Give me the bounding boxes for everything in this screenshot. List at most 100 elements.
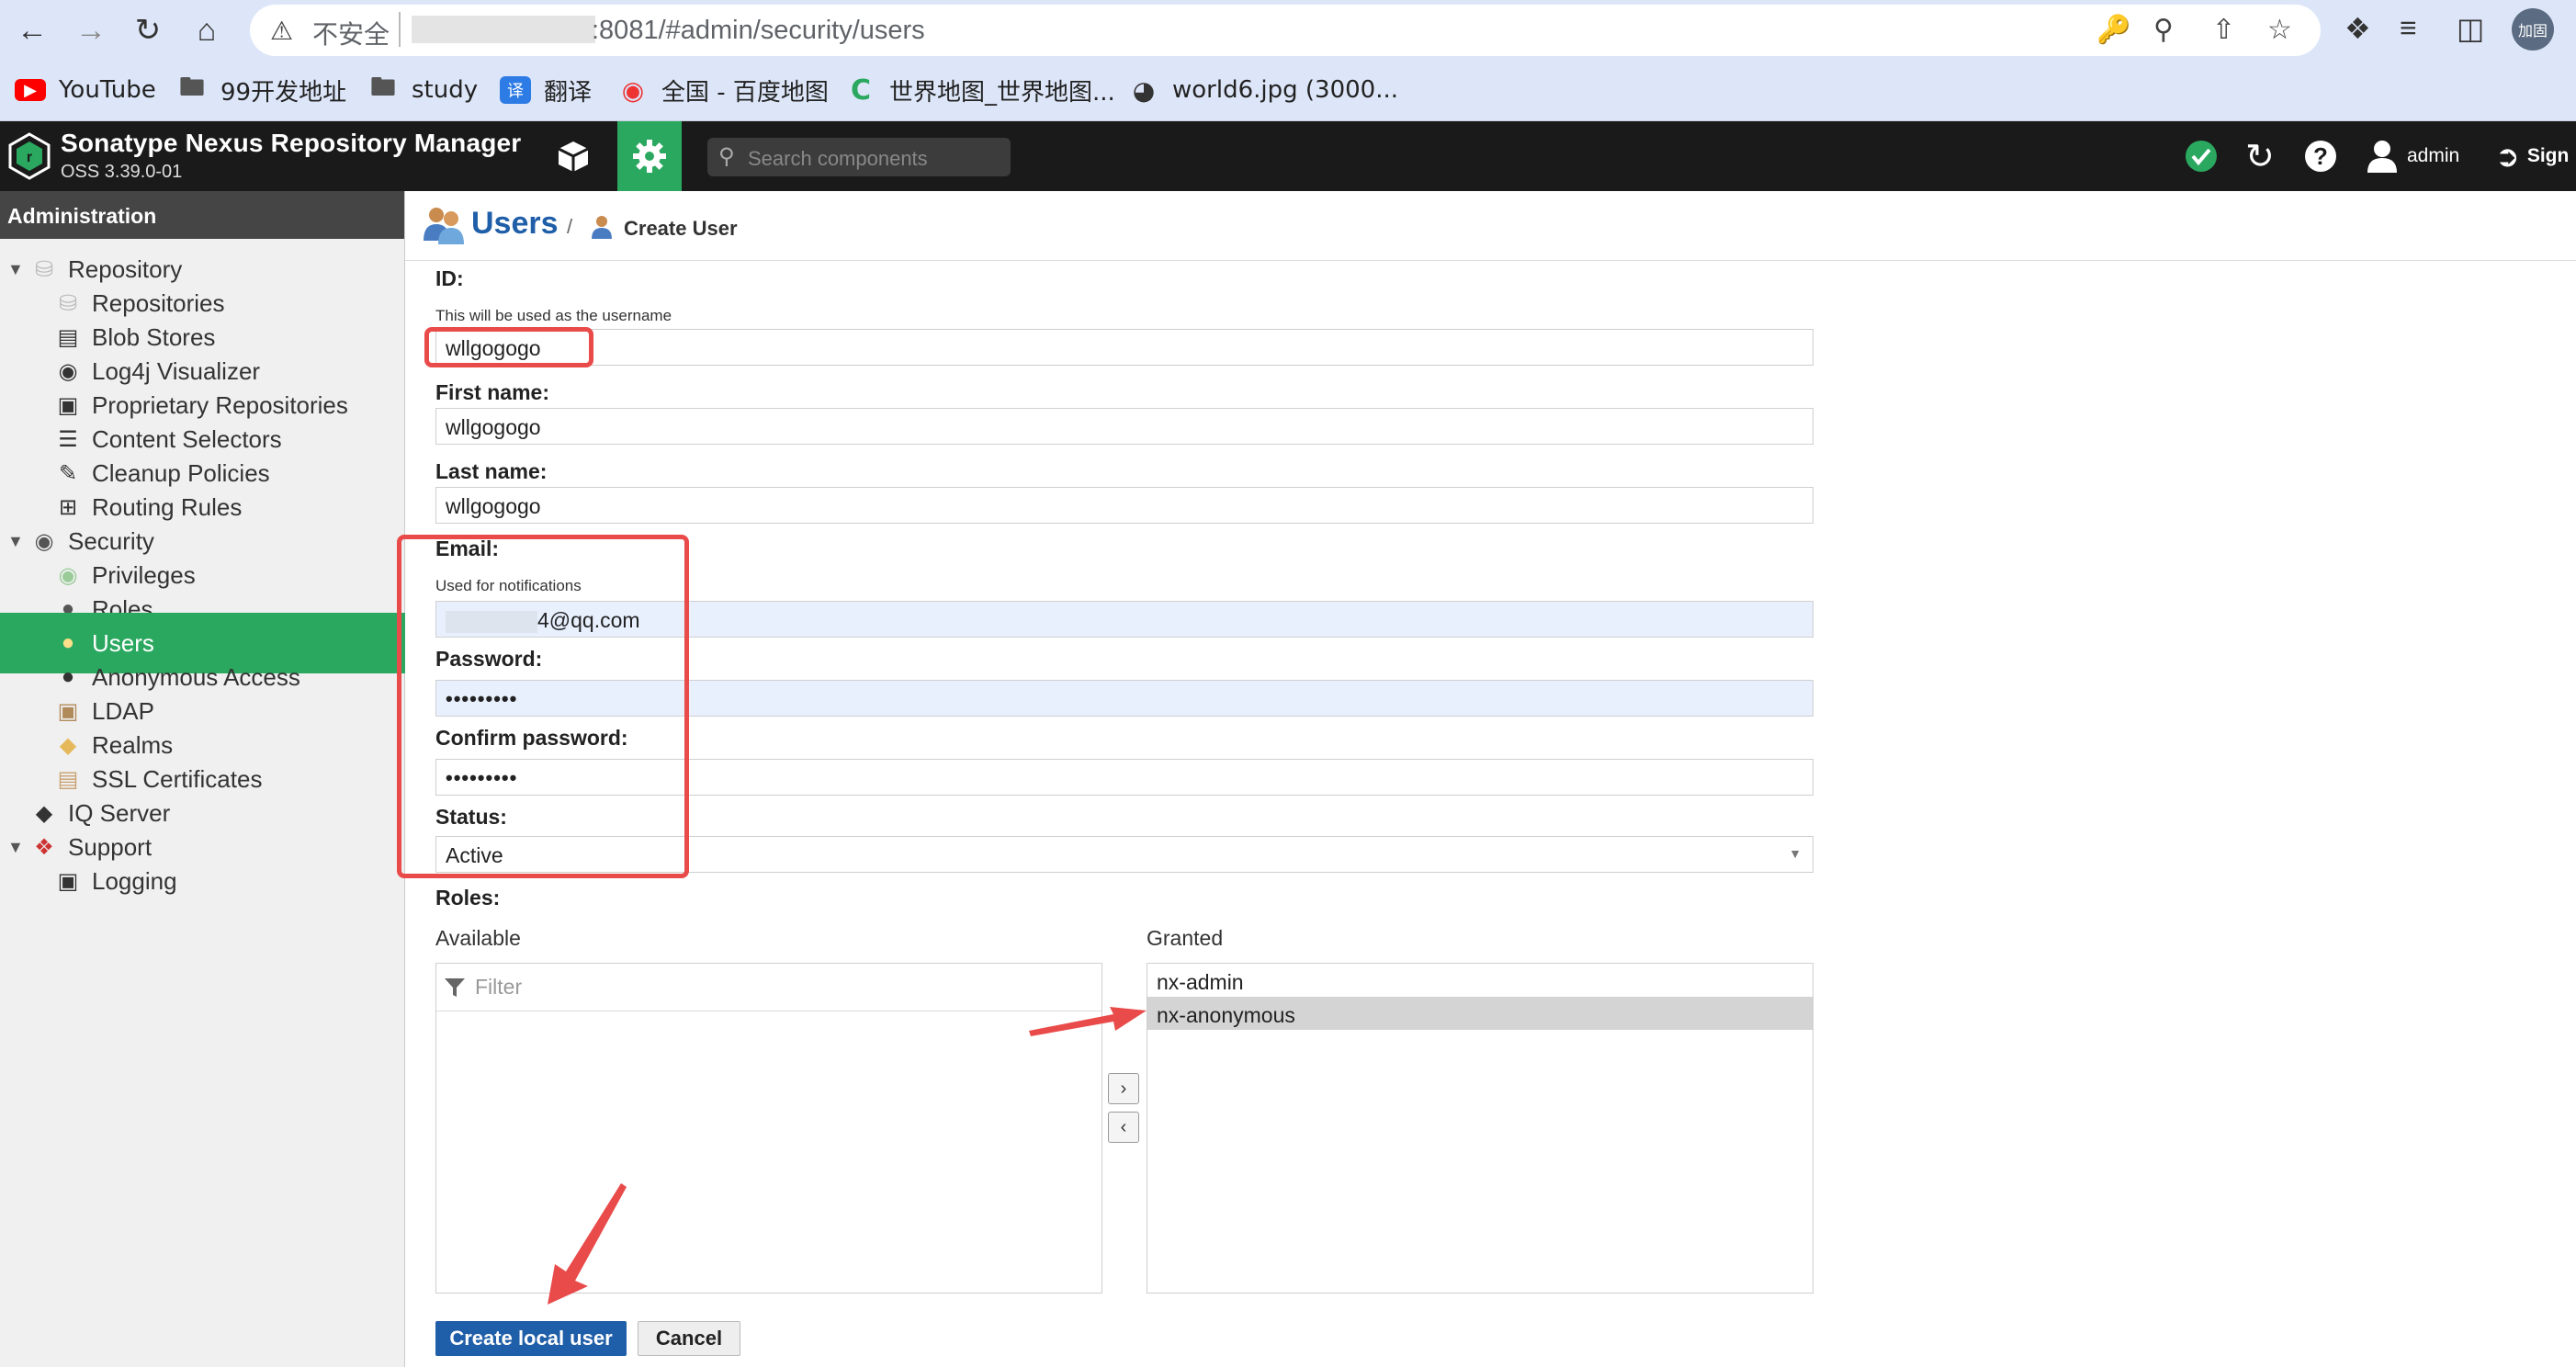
granted-role-item-selected[interactable]: nx-anonymous (1147, 997, 1813, 1030)
last-name-label: Last name: (435, 459, 548, 483)
profile-avatar[interactable]: 加固 (2512, 8, 2554, 51)
available-roles-list[interactable]: Filter (435, 963, 1102, 1294)
map-pin-icon: ◉ (621, 74, 645, 106)
bookmark-label: 全国 - 百度地图 (661, 78, 829, 107)
app-version: OSS 3.39.0-01 (61, 162, 183, 182)
breadcrumb-users[interactable]: Users (471, 206, 559, 242)
folder-icon: 🖿 (178, 72, 205, 102)
bookmark-99dev[interactable]: 🖿 99开发地址 (176, 72, 346, 108)
back-arrow-icon[interactable]: ← (15, 13, 50, 48)
move-left-button[interactable]: ‹ (1108, 1112, 1139, 1143)
side-panel-icon[interactable]: ◫ (2457, 11, 2484, 46)
roles-filter-input[interactable]: Filter (436, 964, 1102, 1011)
book-icon: ▣ (57, 868, 79, 894)
bookmark-youtube[interactable]: ▶ YouTube (15, 72, 156, 108)
first-name-label: First name: (435, 380, 549, 404)
sidebar-item-logging[interactable]: ▣ Logging (0, 851, 405, 911)
username-label: admin (2407, 145, 2460, 166)
bookmark-label: YouTube (59, 76, 156, 104)
star-icon[interactable]: ☆ (2267, 14, 2292, 46)
filter-icon (445, 977, 465, 997)
sidebar-title: Administration (0, 191, 404, 239)
refresh-icon[interactable]: ↻ (2245, 138, 2275, 176)
filter-placeholder: Filter (475, 975, 523, 999)
sign-out-label: Sign (2526, 145, 2570, 166)
move-right-button[interactable]: › (1108, 1073, 1139, 1104)
admin-sidebar: Administration ▼ ⛁ Repository ⛁ Repositories… (0, 191, 405, 1367)
gear-icon (633, 140, 666, 173)
svg-text:r: r (27, 150, 32, 165)
share-icon[interactable]: ⇧ (2212, 14, 2235, 46)
create-local-user-button[interactable]: Create local user (435, 1321, 627, 1356)
help-button[interactable]: ? (2304, 138, 2337, 175)
search-placeholder: Search components (748, 147, 928, 170)
annotation-box-credentials (397, 535, 689, 878)
address-bar[interactable]: ⚠ 不安全 :8081/#admin/security/users 🔑 ⚲ ⇧ … (250, 5, 2321, 56)
cube-icon (558, 141, 589, 172)
youtube-icon: ▶ (15, 79, 46, 101)
id-label: ID: (435, 266, 464, 290)
omnibox-divider (399, 12, 401, 47)
user-menu[interactable]: admin (2367, 138, 2459, 175)
bookmark-label: 世界地图_世界地图... (889, 78, 1115, 107)
id-field[interactable]: wllgogogo (435, 329, 1813, 366)
reading-list-icon[interactable]: ≡ (2400, 11, 2417, 45)
cancel-button[interactable]: Cancel (638, 1321, 740, 1356)
breadcrumb: Users / Create User (405, 191, 2576, 261)
globe-c-icon: C (850, 73, 872, 107)
search-components-input[interactable]: ⚲ Search components (707, 138, 1011, 176)
user-icon (2367, 141, 2397, 173)
home-icon[interactable]: ⌂ (189, 13, 224, 48)
bookmark-label: world6.jpg (3000... (1172, 76, 1398, 104)
breadcrumb-current: Create User (624, 217, 738, 240)
last-name-field[interactable]: wllgogogo (435, 487, 1813, 524)
app-title: Sonatype Nexus Repository Manager (61, 129, 522, 157)
granted-role-item[interactable]: nx-admin (1147, 964, 1813, 997)
bookmarks-bar: ▶ YouTube 🖿 99开发地址 🖿 study 译 翻译 ◉ 全国 - 百… (0, 61, 2576, 121)
nexus-logo-icon[interactable]: r (7, 132, 51, 180)
admin-mode-button[interactable] (617, 121, 682, 191)
bookmark-label: study (412, 76, 479, 104)
user-icon (592, 216, 612, 239)
bookmark-world6[interactable]: ◕ world6.jpg (3000... (1128, 72, 1398, 108)
browser-toolbar: ← → ↻ ⌂ ⚠ 不安全 :8081/#admin/security/user… (0, 0, 2576, 61)
sign-out-icon: ➲ (2495, 140, 2520, 173)
bookmark-label: 翻译 (544, 78, 593, 107)
annotation-box-id (424, 327, 593, 367)
first-name-field[interactable]: wllgogogo (435, 408, 1813, 445)
warning-triangle-icon: ⚠ (270, 17, 294, 45)
sidebar-item-label: Logging (92, 866, 177, 895)
bookmark-label: 99开发地址 (220, 78, 347, 107)
app-header: r Sonatype Nexus Repository Manager OSS … (0, 121, 2576, 191)
granted-label: Granted (1147, 926, 1224, 950)
browse-mode-button[interactable] (544, 121, 603, 191)
breadcrumb-separator: / (567, 215, 573, 238)
svg-text:?: ? (2313, 142, 2328, 170)
globe-icon: ◕ (1132, 74, 1156, 106)
id-help: This will be used as the username (435, 307, 672, 324)
system-status-button[interactable] (2185, 138, 2218, 175)
chevron-down-icon: ▼ (1789, 846, 1802, 861)
bookmark-translate[interactable]: 译 翻译 (500, 72, 592, 108)
users-icon (424, 208, 464, 244)
url-text: :8081/#admin/security/users (592, 16, 925, 45)
granted-roles-list[interactable]: nx-admin nx-anonymous (1147, 963, 1813, 1294)
roles-label: Roles: (435, 886, 501, 909)
available-label: Available (435, 926, 521, 950)
bookmark-study[interactable]: 🖿 study (367, 72, 478, 108)
key-icon[interactable]: 🔑 (2096, 14, 2130, 46)
insecure-label: 不安全 (312, 19, 390, 50)
check-circle-icon (2186, 141, 2217, 172)
redacted-host (412, 16, 595, 43)
help-icon: ? (2305, 141, 2336, 172)
bookmark-world-map[interactable]: C 世界地图_世界地图... (845, 72, 1115, 108)
forward-arrow-icon[interactable]: → (73, 13, 108, 48)
sign-out-button[interactable]: ➲ Sign (2495, 138, 2569, 175)
reload-icon[interactable]: ↻ (130, 13, 165, 48)
translate-icon: 译 (500, 76, 531, 104)
zoom-icon[interactable]: ⚲ (2153, 14, 2174, 46)
folder-icon: 🖿 (369, 72, 396, 102)
extensions-icon[interactable]: ❖ (2344, 11, 2371, 46)
search-icon: ⚲ (718, 144, 735, 169)
bookmark-baidu-map[interactable]: ◉ 全国 - 百度地图 (617, 72, 829, 108)
